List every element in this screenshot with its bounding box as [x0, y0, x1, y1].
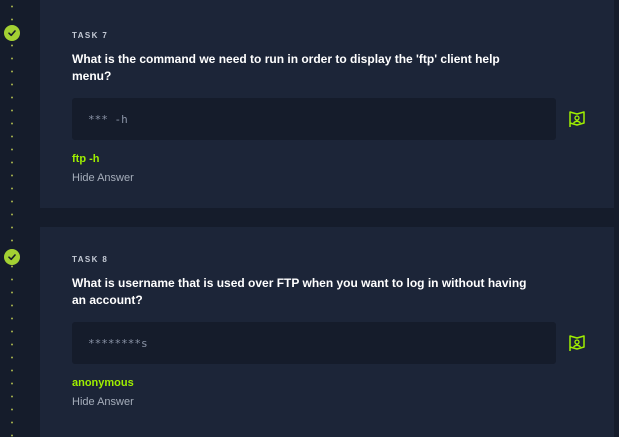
hide-answer-link[interactable]: Hide Answer	[72, 396, 134, 408]
revealed-answer: anonymous	[72, 377, 134, 389]
task-completed-check-icon	[4, 25, 20, 41]
task-card: TASK 7 What is the command we need to ru…	[40, 0, 614, 208]
answer-input[interactable]: ********s	[72, 322, 556, 364]
task-completed-check-icon	[4, 249, 20, 265]
flag-icon[interactable]	[566, 108, 588, 130]
task-number: TASK 8	[72, 255, 109, 264]
progress-timeline	[11, 0, 13, 437]
answer-placeholder: ********s	[88, 336, 148, 350]
task-number: TASK 7	[72, 31, 109, 40]
task-card: TASK 8 What is username that is used ove…	[40, 227, 614, 437]
hide-answer-link[interactable]: Hide Answer	[72, 172, 134, 184]
answer-placeholder: *** -h	[88, 112, 128, 126]
flag-icon[interactable]	[566, 332, 588, 354]
task-question: What is the command we need to run in or…	[72, 52, 500, 83]
revealed-answer: ftp -h	[72, 153, 100, 165]
task-question: What is username that is used over FTP w…	[72, 276, 527, 307]
answer-input[interactable]: *** -h	[72, 98, 556, 140]
